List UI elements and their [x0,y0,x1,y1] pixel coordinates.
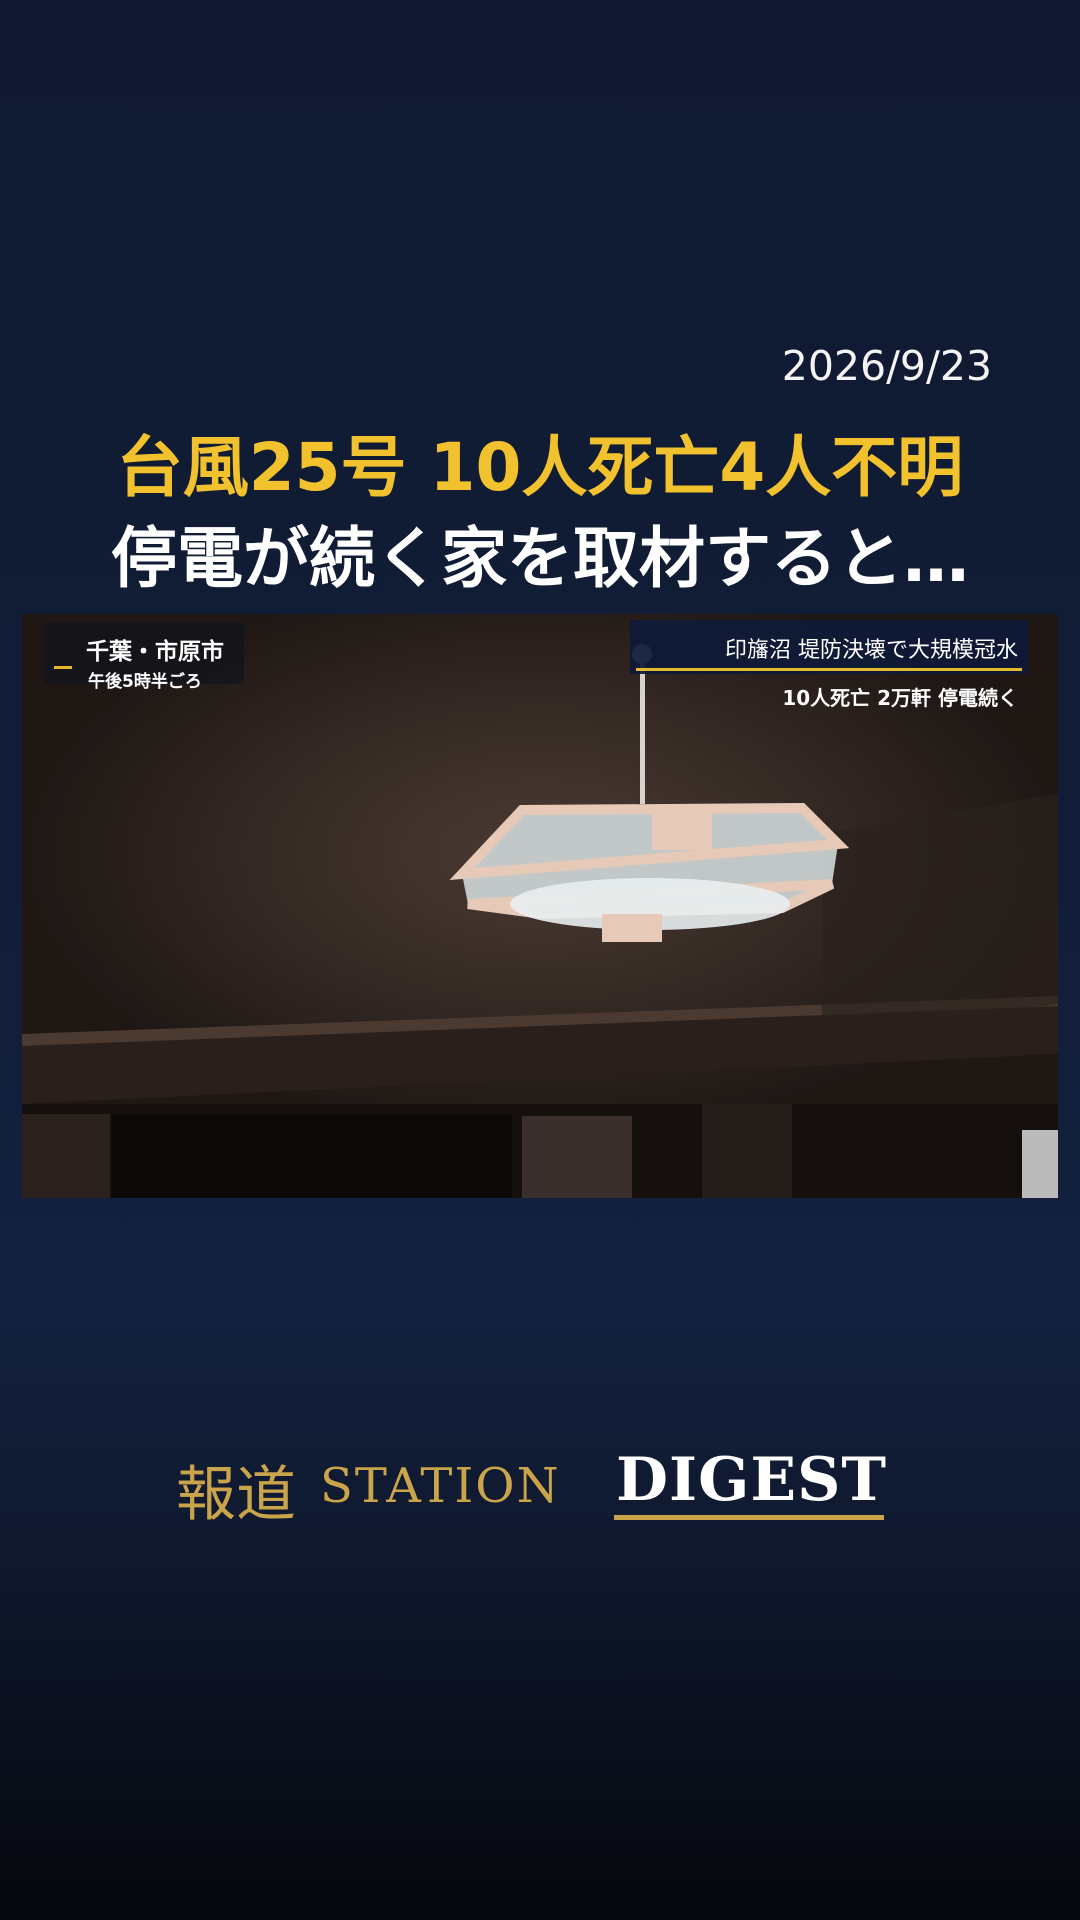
location-caption-main: 千葉・市原市 [86,639,224,665]
date-label: 2026/9/23 [781,342,992,390]
news-ticker-accent [636,668,1022,671]
logo-underline [614,1515,884,1520]
short-video-page: 2026/9/23 台風25号 10人死亡4人不明 停電が続く家を取材すると… [0,0,1080,1920]
news-ticker-headline: 印旛沼 堤防決壊で大規模冠水 [725,638,1018,663]
logo-jp-text: 報道 [176,1460,296,1530]
logo-station-text: STATION [320,1458,561,1514]
location-caption-accent [54,666,72,669]
news-video-frame[interactable]: 千葉・市原市 午後5時半ごろ 印旛沼 堤防決壊で大規模冠水 10人死亡 2万軒 … [22,614,1058,1198]
program-logo: 報道 STATION DIGEST [176,1440,896,1530]
location-caption-time: 午後5時半ごろ [88,672,202,692]
news-ticker-subline: 10人死亡 2万軒 停電続く [782,686,1018,710]
headline-primary: 台風25号 10人死亡4人不明 [116,429,964,506]
headline-secondary: 停電が続く家を取材すると… [111,520,969,597]
logo-digest-text: DIGEST [616,1445,888,1515]
